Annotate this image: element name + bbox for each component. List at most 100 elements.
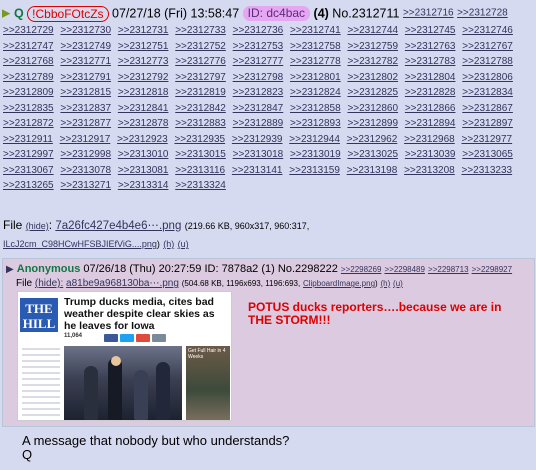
backlink[interactable]: >>2312878 <box>118 118 169 129</box>
backlink[interactable]: >>2312747 <box>3 41 54 52</box>
backlink[interactable]: >>2312998 <box>60 149 111 160</box>
backlink[interactable]: >>2312837 <box>60 103 111 114</box>
quoted-file-h-link[interactable]: (h) <box>380 279 390 288</box>
quoted-file-hide-link[interactable]: (hide): <box>35 278 63 289</box>
backlink[interactable]: >>2312752 <box>175 41 226 52</box>
backlink[interactable]: >>2313078 <box>60 165 111 176</box>
backlink[interactable]: >>2312841 <box>118 103 169 114</box>
backlink[interactable]: >>2312893 <box>290 118 341 129</box>
post-number-link[interactable]: No.2312711 <box>332 7 399 21</box>
backlink[interactable]: >>2313233 <box>462 165 513 176</box>
expand-arrow-icon[interactable]: ▶ <box>2 8 10 20</box>
backlink[interactable]: >>2312842 <box>175 103 226 114</box>
backlink[interactable]: >>2313018 <box>233 149 284 160</box>
backlink[interactable]: >>2312877 <box>60 118 111 129</box>
backlink[interactable]: >>2313019 <box>290 149 341 160</box>
backlink[interactable]: >>2312798 <box>233 72 284 83</box>
file-hide-link[interactable]: (hide) <box>26 221 49 231</box>
quoted-backlink[interactable]: >>2298927 <box>472 265 513 274</box>
backlink[interactable]: >>2312809 <box>3 87 54 98</box>
backlink[interactable]: >>2312797 <box>175 72 226 83</box>
header-backlink[interactable]: >>2312716 <box>403 8 454 19</box>
backlink[interactable]: >>2312962 <box>347 134 398 145</box>
backlink[interactable]: >>2312835 <box>3 103 54 114</box>
backlink[interactable]: >>2313067 <box>3 165 54 176</box>
file-name-link[interactable]: 7a26fc427e4b4e6⋯.png <box>55 220 181 232</box>
backlink[interactable]: >>2312872 <box>3 118 54 129</box>
backlink[interactable]: >>2312792 <box>118 72 169 83</box>
quoted-backlink[interactable]: >>2298269 <box>341 265 382 274</box>
backlink[interactable]: >>2312759 <box>347 41 398 52</box>
backlink[interactable]: >>2312802 <box>347 72 398 83</box>
backlink[interactable]: >>2312889 <box>233 118 284 129</box>
backlink[interactable]: >>2312968 <box>404 134 455 145</box>
backlink[interactable]: >>2312731 <box>118 25 169 36</box>
backlink[interactable]: >>2312935 <box>174 134 225 145</box>
header-backlink[interactable]: >>2312728 <box>457 8 508 19</box>
backlink[interactable]: >>2313141 <box>232 165 283 176</box>
backlink[interactable]: >>2312729 <box>3 25 54 36</box>
backlink[interactable]: >>2312899 <box>347 118 398 129</box>
backlink[interactable]: >>2312847 <box>233 103 284 114</box>
backlink[interactable]: >>2312867 <box>462 103 513 114</box>
backlink[interactable]: >>2312768 <box>3 56 54 67</box>
backlink[interactable]: >>2313015 <box>175 149 226 160</box>
backlink[interactable]: >>2313208 <box>404 165 455 176</box>
quoted-file-original-name[interactable]: ClipboardImage.png <box>303 279 375 288</box>
backlink[interactable]: >>2312866 <box>405 103 456 114</box>
backlink[interactable]: >>2312977 <box>462 134 513 145</box>
backlink[interactable]: >>2312749 <box>60 41 111 52</box>
file-original-name[interactable]: ILcJ2cm_C98HCwHFSBJIEfViG....png <box>3 239 157 249</box>
backlink[interactable]: >>2312894 <box>405 118 456 129</box>
backlink[interactable]: >>2312753 <box>233 41 284 52</box>
backlink[interactable]: >>2312806 <box>462 72 513 83</box>
backlink[interactable]: >>2313159 <box>289 165 340 176</box>
backlink[interactable]: >>2312860 <box>347 103 398 114</box>
backlink[interactable]: >>2312733 <box>175 25 226 36</box>
backlink[interactable]: >>2312744 <box>347 25 398 36</box>
backlink[interactable]: >>2313324 <box>175 180 226 191</box>
backlink[interactable]: >>2313065 <box>462 149 513 160</box>
backlink[interactable]: >>2312730 <box>60 25 111 36</box>
expand-arrow-icon[interactable]: ▶ <box>6 264 14 275</box>
quoted-image-thumbnail[interactable]: THE HILL Trump ducks media, cites bad we… <box>17 291 232 421</box>
backlink[interactable]: >>2312944 <box>289 134 340 145</box>
backlink[interactable]: >>2312778 <box>290 56 341 67</box>
backlink[interactable]: >>2312782 <box>347 56 398 67</box>
backlink[interactable]: >>2312767 <box>462 41 513 52</box>
backlink[interactable]: >>2312741 <box>290 25 341 36</box>
backlink[interactable]: >>2312923 <box>117 134 168 145</box>
file-u-link[interactable]: (u) <box>178 239 189 249</box>
backlink[interactable]: >>2312771 <box>60 56 111 67</box>
quoted-backlink[interactable]: >>2298713 <box>428 265 469 274</box>
backlink[interactable]: >>2312825 <box>347 87 398 98</box>
backlink[interactable]: >>2312758 <box>290 41 341 52</box>
backlink[interactable]: >>2312773 <box>118 56 169 67</box>
backlink[interactable]: >>2312789 <box>3 72 54 83</box>
quoted-post-number[interactable]: No.2298222 <box>278 263 338 275</box>
backlink[interactable]: >>2312939 <box>232 134 283 145</box>
backlink[interactable]: >>2312736 <box>233 25 284 36</box>
backlink[interactable]: >>2312776 <box>175 56 226 67</box>
backlink[interactable]: >>2313116 <box>175 165 225 176</box>
backlink[interactable]: >>2312751 <box>118 41 169 52</box>
backlink[interactable]: >>2312883 <box>175 118 226 129</box>
backlink[interactable]: >>2312834 <box>462 87 513 98</box>
backlink[interactable]: >>2312824 <box>290 87 341 98</box>
backlink[interactable]: >>2312897 <box>462 118 513 129</box>
backlink[interactable]: >>2312804 <box>405 72 456 83</box>
backlink[interactable]: >>2312777 <box>233 56 284 67</box>
backlink[interactable]: >>2312828 <box>405 87 456 98</box>
backlink[interactable]: >>2312858 <box>290 103 341 114</box>
backlink[interactable]: >>2313198 <box>347 165 398 176</box>
backlink[interactable]: >>2313081 <box>118 165 169 176</box>
backlink[interactable]: >>2312801 <box>290 72 341 83</box>
backlink[interactable]: >>2313039 <box>405 149 456 160</box>
backlink[interactable]: >>2312911 <box>3 134 53 145</box>
backlink[interactable]: >>2312997 <box>3 149 54 160</box>
backlink[interactable]: >>2312746 <box>462 25 513 36</box>
backlink[interactable]: >>2312745 <box>405 25 456 36</box>
quoted-file-u-link[interactable]: (u) <box>393 279 403 288</box>
backlink[interactable]: >>2313265 <box>3 180 54 191</box>
backlink[interactable]: >>2313271 <box>60 180 111 191</box>
